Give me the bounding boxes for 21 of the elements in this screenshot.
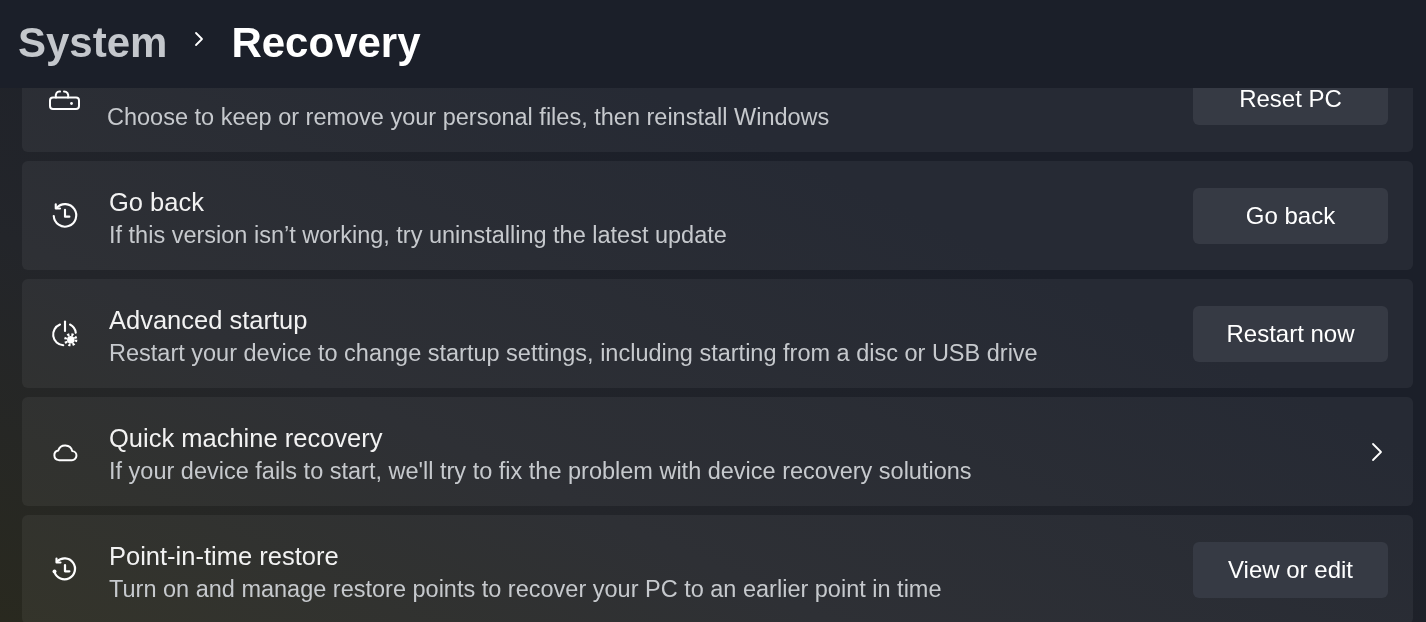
setting-description: If this version isn’t working, try uninstalling the latest update: [109, 220, 728, 250]
breadcrumb-item[interactable]: System: [18, 17, 168, 69]
setting-title: Go back: [109, 186, 205, 218]
settings-card[interactable]: Quick machine recovery If your device fails to start, we'll try to fix the problem with device recovery solutions: [22, 397, 1413, 506]
action-button[interactable]: Go back: [1193, 187, 1388, 244]
chevron-right-icon: [1371, 441, 1383, 462]
chevron-right-icon: [194, 31, 205, 47]
setting-title: Advanced startup: [109, 304, 309, 336]
setting-description: If your device fails to start, we'll try to fix the problem with device recovery solutions: [109, 456, 973, 486]
setting-description: Restart your device to change startup settings, including starting from a disc or USB drive: [109, 338, 1039, 368]
action-button[interactable]: View or edit: [1193, 541, 1388, 598]
clock-arrow-icon: [50, 200, 80, 231]
setting-description: Choose to keep or remove your personal files, then reinstall Windows: [107, 103, 831, 132]
setting-title: Point-in-time restore: [109, 540, 340, 572]
power-gear-icon: [50, 318, 80, 349]
breadcrumb-item: Recovery: [231, 18, 421, 68]
setting-description: Turn on and manage restore points to recover your PC to an earlier point in time: [109, 574, 943, 604]
drive-icon: [49, 88, 80, 110]
setting-title: Quick machine recovery: [109, 422, 384, 454]
action-button[interactable]: Reset PC: [1193, 88, 1388, 125]
action-button[interactable]: Restart now: [1193, 305, 1388, 362]
